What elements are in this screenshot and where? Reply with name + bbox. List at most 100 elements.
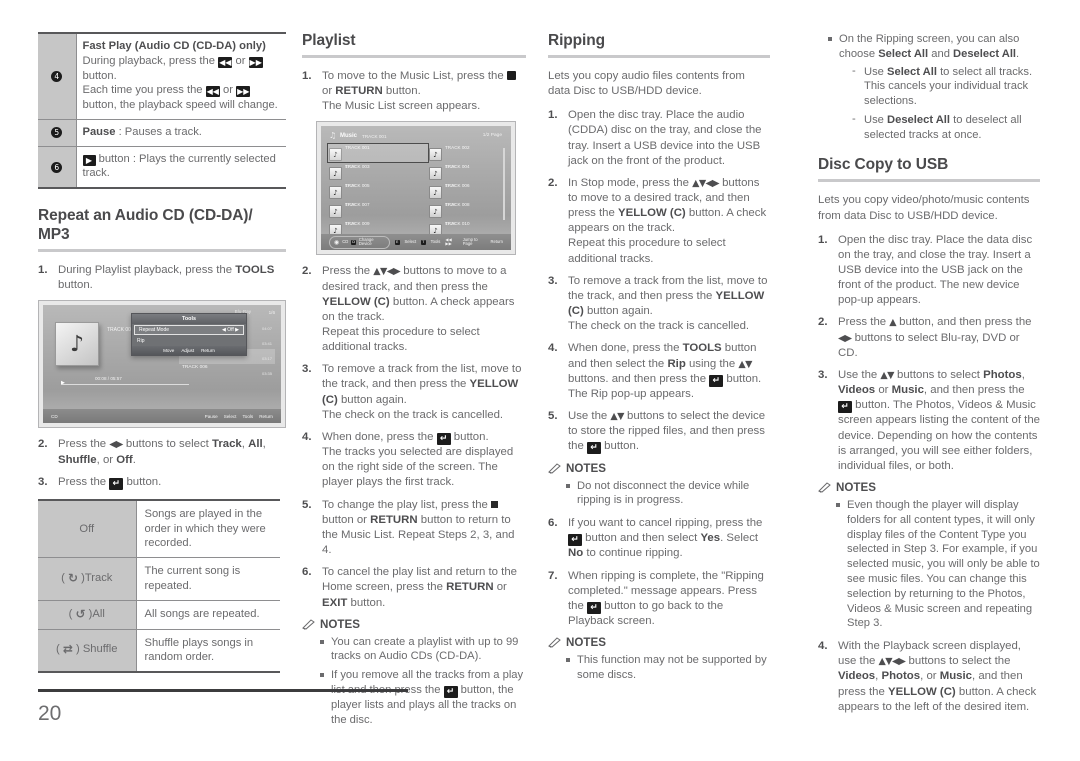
dash-item: Use Select All to select all tracks. Thi… xyxy=(851,64,1040,109)
select-all-keyword: Select All xyxy=(887,65,937,78)
rip-row[interactable]: Rip xyxy=(132,336,246,346)
track-duration: 03:17 xyxy=(261,356,272,362)
step-text-pre: If you want to cancel ripping, press the xyxy=(568,517,763,530)
note-item: Do not disconnect the device while rippi… xyxy=(566,479,770,509)
list-item[interactable]: ♪ TRACK 006 02:38 xyxy=(429,183,511,207)
disc-copy-heading: Disc Copy to USB xyxy=(818,156,949,174)
sep: , or xyxy=(920,670,940,683)
row-content-cell: ▶ button : Plays the currently selected … xyxy=(76,146,286,190)
step-text-mid: button, and then press the xyxy=(896,316,1032,329)
track-name: TRACK 008 xyxy=(445,202,470,208)
step-item: 4. With the Playback screen displayed, u… xyxy=(818,639,1040,715)
disc-copy-notes: NOTES Even though the player will displa… xyxy=(818,481,1040,631)
step-item: 4. When done, press the ↵ button. The tr… xyxy=(302,430,526,491)
scrollbar[interactable] xyxy=(503,148,505,221)
selection-highlight xyxy=(327,143,429,164)
list-item[interactable]: ♪ TRACK 003 02:38 xyxy=(329,164,421,188)
bottom-hints: E Select T Tools ◀◀ ▶▶ Jump to Page Return xyxy=(395,237,504,246)
track-name: TRACK 004 xyxy=(445,164,470,170)
music-note-icon: ♪ xyxy=(329,167,342,181)
step-number: 3. xyxy=(302,363,312,376)
select-all-keyword: Select All xyxy=(878,47,929,60)
fast-play-line1-post: button. xyxy=(82,69,117,82)
enter-icon: ↵ xyxy=(587,442,601,455)
fast-play-line1-mid: or xyxy=(232,54,249,67)
play-desc: button : Plays the currently selected tr… xyxy=(82,152,276,180)
step-text-pre: Use the xyxy=(838,368,881,381)
tools-keyword: TOOLS xyxy=(235,264,275,277)
shuffle-keyword: Shuffle xyxy=(58,453,97,466)
step-number: 4. xyxy=(548,342,558,355)
step-text-pre: Press the xyxy=(838,316,890,329)
note-item: This function may not be supported by so… xyxy=(566,653,770,683)
track-name: TRACK 003 xyxy=(345,164,370,170)
repeat-mode-row[interactable]: Repeat Mode ◀ Off ▶ xyxy=(134,325,244,336)
step-text-line2: The check on the track is cancelled. xyxy=(322,408,504,421)
playlist-steps-part1: 1. To move to the Music List, press the … xyxy=(302,69,526,114)
notes-list: You can create a playlist with up to 99 … xyxy=(302,635,526,728)
music-note-icon: ♪ xyxy=(429,186,442,200)
circled-number-icon: 4 xyxy=(51,71,63,83)
bottom-cd-label: CD xyxy=(51,413,58,419)
ripping-notes-two: NOTES This function may not be supported… xyxy=(548,636,770,683)
step-text: Open the disc tray. Place the audio (CDD… xyxy=(568,109,762,167)
step-text-pre: During Playlist playback, press the xyxy=(58,264,236,277)
mode-desc-cell: The current song is repeated. xyxy=(136,557,280,601)
screen-content: ♪ TRACK 001 00:08 / 05:57 ▶ Blu-Ray 1/6 … xyxy=(43,305,281,424)
step-item: 2. Press the ◀▶ buttons to select Track,… xyxy=(38,437,286,467)
step-text-pre: To move to the Music List, press the xyxy=(322,69,507,82)
column-three: Ripping Lets you copy audio files conten… xyxy=(548,32,770,691)
list-item[interactable]: ♪ TRACK 002 02:38 xyxy=(429,145,511,169)
playlist-steps-part2: 2. Press the ▲▼◀▶ buttons to move to a d… xyxy=(302,264,526,610)
dash-text-pre: Use xyxy=(864,65,888,78)
step-text-post: button again. xyxy=(583,305,653,318)
step-text-post: button again. xyxy=(337,393,407,406)
step-number: 1. xyxy=(818,233,828,246)
step-item: 3. To remove a track from the list, move… xyxy=(302,362,526,423)
list-item[interactable]: ♪ TRACK 007 02:38 xyxy=(329,202,421,226)
step-number: 1. xyxy=(302,69,312,82)
hint-tools: Tools xyxy=(242,413,254,419)
pause-desc: : Pauses a track. xyxy=(115,125,202,138)
column-four: On the Ripping screen, you can also choo… xyxy=(818,32,1040,722)
row-number-cell: 5 xyxy=(38,119,77,147)
exit-keyword: EXIT xyxy=(322,596,348,609)
repeat-all-icon: ↺ xyxy=(75,606,86,621)
repeat-mode-table: Off Songs are played in the order in whi… xyxy=(38,498,280,674)
mode-key-cell: ( ↻ )Track xyxy=(38,557,137,601)
list-item[interactable]: ♪ TRACK 004 02:38 xyxy=(429,164,511,188)
mode-key-cell: Off xyxy=(38,498,137,559)
ripping-steps-part1: 1. Open the disc tray. Place the audio (… xyxy=(548,108,770,455)
updown-arrows-icon: ▲▼ xyxy=(610,411,624,423)
rip-label: Rip xyxy=(137,338,145,345)
hint-return: Return xyxy=(490,239,504,245)
step-text-pre: When done, press the xyxy=(322,430,437,443)
repeat-one-icon: ↻ xyxy=(67,571,78,586)
list-item[interactable]: ♪ TRACK 005 02:38 xyxy=(329,183,421,207)
pause-label: Pause xyxy=(82,125,116,138)
step-text-mid: or xyxy=(322,85,336,98)
step-item: 1. Open the disc tray. Place the audio (… xyxy=(548,108,770,169)
circled-number-icon: 6 xyxy=(51,161,63,173)
up-arrow-icon: ▲ xyxy=(889,317,896,329)
fast-play-line2-pre: Each time you press the xyxy=(82,84,206,97)
table-row: ( ↺ )All All songs are repeated. xyxy=(38,600,280,630)
enter-icon: ↵ xyxy=(838,401,852,414)
play-icon: ▶ xyxy=(82,154,96,166)
note-item: On the Ripping screen, you can also choo… xyxy=(828,32,1040,142)
music-note-icon: ♪ xyxy=(329,186,342,200)
note-text-post: . xyxy=(1016,47,1020,60)
note-text: Do not disconnect the device while rippi… xyxy=(577,479,750,507)
manual-page: 4 Fast Play (Audio CD (CD-DA) only) Duri… xyxy=(0,0,1080,761)
tools-icon: T xyxy=(421,239,426,245)
music-note-icon: ♪ xyxy=(429,205,442,219)
seek-bar xyxy=(61,384,189,386)
hint-pause: Pause xyxy=(204,413,218,419)
disc-copy-intro: Lets you copy video/photo/music contents… xyxy=(818,194,1030,222)
heading-rule xyxy=(548,54,770,58)
repeat-mode-value: Off xyxy=(227,327,234,334)
cd-chip[interactable]: ◉ CD D Change Device xyxy=(329,236,391,249)
track-name: TRACK 007 xyxy=(345,202,370,208)
dash-text-pre: Use xyxy=(864,113,888,126)
list-item[interactable]: ♪ TRACK 008 02:38 xyxy=(429,202,511,226)
